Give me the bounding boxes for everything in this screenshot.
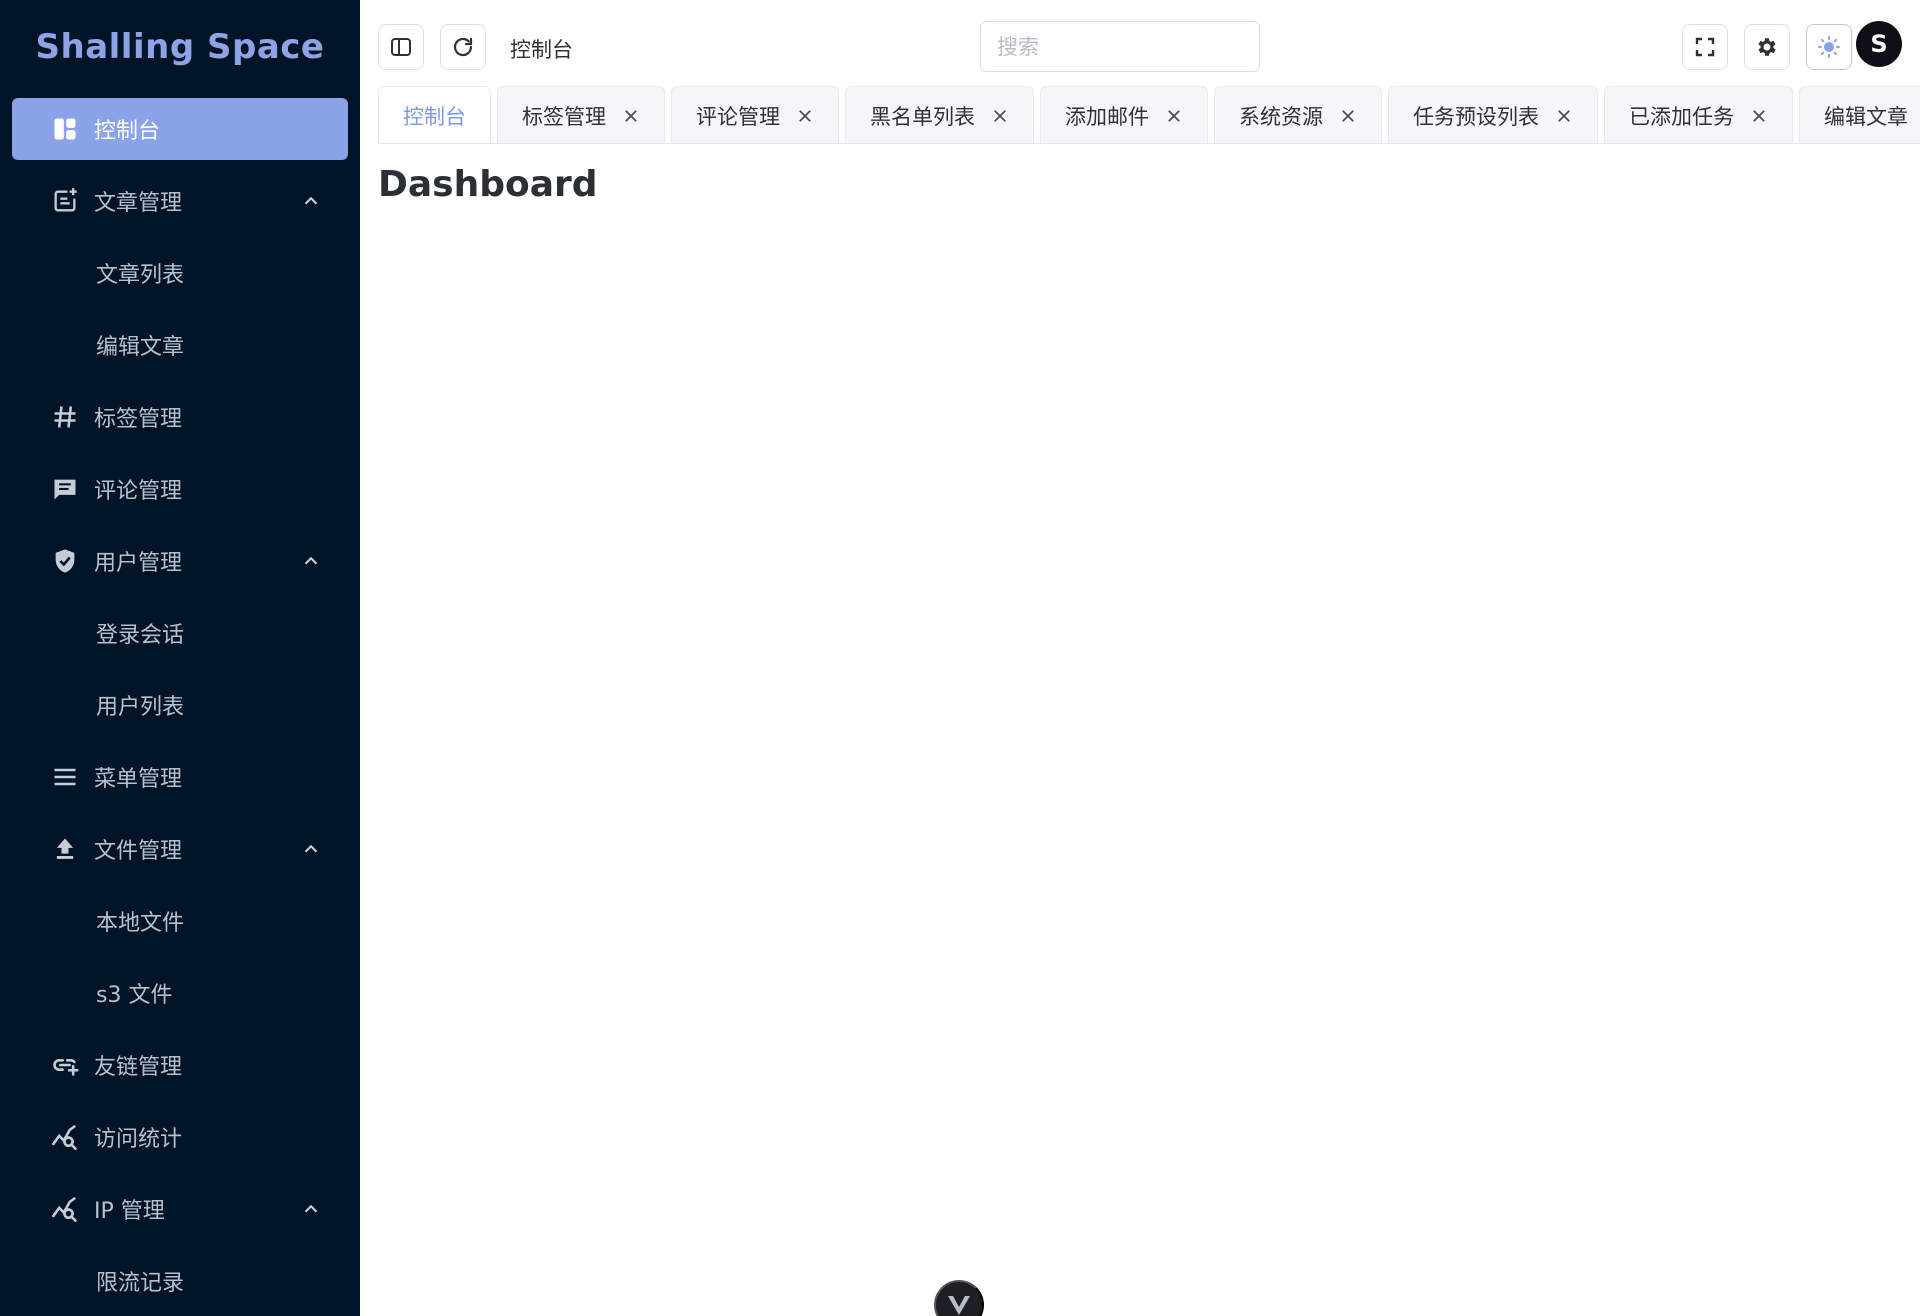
fullscreen-icon xyxy=(1693,35,1717,59)
sidebar-item[interactable]: 菜单管理 xyxy=(12,746,348,808)
chevron-up-icon[interactable] xyxy=(300,838,322,860)
tab-item[interactable]: 评论管理 xyxy=(671,86,839,143)
tab-item[interactable]: 编辑文章 xyxy=(1799,86,1920,143)
close-icon[interactable] xyxy=(1337,105,1359,127)
tab-label: 评论管理 xyxy=(696,104,780,129)
sidebar-subitem[interactable]: 用户列表 xyxy=(12,674,348,736)
upload-icon xyxy=(50,834,80,864)
sidebar-item[interactable]: 标签管理 xyxy=(12,386,348,448)
tab-label: 控制台 xyxy=(403,104,466,129)
tab-label: 系统资源 xyxy=(1239,104,1323,129)
link-add-icon xyxy=(50,1050,80,1080)
brand-logo-text[interactable]: Shalling Space xyxy=(0,0,360,94)
sidebar-item-label: IP 管理 xyxy=(94,1199,165,1224)
toggle-sidebar-button[interactable] xyxy=(378,24,424,70)
sidebar-item[interactable]: 用户管理 xyxy=(12,530,348,592)
sidebar-item-label: s3 文件 xyxy=(96,983,173,1008)
tab-item[interactable]: 添加邮件 xyxy=(1040,86,1208,143)
close-icon[interactable] xyxy=(1163,105,1185,127)
page-title: Dashboard xyxy=(378,164,598,205)
tab-item[interactable]: 黑名单列表 xyxy=(845,86,1034,143)
sidebar-item-label: 标签管理 xyxy=(94,407,183,432)
shield-check-icon xyxy=(50,546,80,576)
sidebar-subitem[interactable]: 编辑文章 xyxy=(12,314,348,376)
tab-label: 任务预设列表 xyxy=(1413,104,1539,129)
sidebar-menu: 控制台文章管理文章列表编辑文章标签管理评论管理用户管理登录会话用户列表菜单管理文… xyxy=(0,94,360,1312)
tab-label: 已添加任务 xyxy=(1629,104,1734,129)
tab-label: 标签管理 xyxy=(522,104,606,129)
search-input[interactable] xyxy=(980,21,1260,72)
sidebar-item-label: 文章管理 xyxy=(94,191,183,216)
sidebar-item[interactable]: 文件管理 xyxy=(12,818,348,880)
sidebar-subitem[interactable]: 限流记录 xyxy=(12,1250,348,1312)
sidebar-item-label: 文章列表 xyxy=(96,263,185,288)
sidebar-item-label: 评论管理 xyxy=(94,479,183,504)
menu-lines-icon xyxy=(50,762,80,792)
tab-bar: 控制台 标签管理 评论管理 黑名单列表 添加邮件 系统资源 任务预设列表 已添加任务 编辑文章 xyxy=(378,86,1920,144)
vue-devtools-button[interactable] xyxy=(934,1280,984,1316)
sun-icon xyxy=(1817,35,1841,59)
sidebar-toggle-icon xyxy=(389,35,413,59)
sidebar-item-label: 菜单管理 xyxy=(94,767,183,792)
app-root: Shalling Space 控制台 文章管理 文章列表 编辑文章 标签管理 评论管理 用户… xyxy=(0,0,1920,1316)
chart-search-icon xyxy=(50,1122,80,1152)
chevron-up-icon[interactable] xyxy=(300,1198,322,1220)
sidebar-item-label: 访问统计 xyxy=(94,1127,183,1152)
dashboard-icon xyxy=(50,114,80,144)
close-icon[interactable] xyxy=(1748,105,1770,127)
settings-button[interactable] xyxy=(1744,24,1790,70)
chevron-up-icon[interactable] xyxy=(300,190,322,212)
refresh-icon xyxy=(451,35,475,59)
sidebar-item[interactable]: 文章管理 xyxy=(12,170,348,232)
sidebar-item-label: 控制台 xyxy=(94,119,161,144)
sidebar-item-label: 用户列表 xyxy=(96,695,185,720)
vue-logo-icon xyxy=(947,1294,971,1316)
close-icon[interactable] xyxy=(620,105,642,127)
hashtag-icon xyxy=(50,402,80,432)
fullscreen-button[interactable] xyxy=(1682,24,1728,70)
close-icon[interactable] xyxy=(989,105,1011,127)
sidebar-item-label: 限流记录 xyxy=(96,1271,185,1296)
sidebar: Shalling Space 控制台文章管理文章列表编辑文章标签管理评论管理用户… xyxy=(0,0,360,1316)
sidebar-subitem[interactable]: 文章列表 xyxy=(12,242,348,304)
sidebar-item[interactable]: 友链管理 xyxy=(12,1034,348,1096)
post-add-icon xyxy=(50,186,80,216)
tab-item[interactable]: 系统资源 xyxy=(1214,86,1382,143)
sidebar-subitem[interactable]: s3 文件 xyxy=(12,962,348,1024)
sidebar-item-label: 编辑文章 xyxy=(96,335,185,360)
close-icon[interactable] xyxy=(1553,105,1575,127)
sidebar-item-label: 本地文件 xyxy=(96,911,185,936)
sidebar-item-label: 友链管理 xyxy=(94,1055,183,1080)
sidebar-item[interactable]: 控制台 xyxy=(12,98,348,160)
sidebar-item[interactable]: 访问统计 xyxy=(12,1106,348,1168)
tab-label: 添加邮件 xyxy=(1065,104,1149,129)
tab-item[interactable]: 控制台 xyxy=(378,86,491,143)
comment-icon xyxy=(50,474,80,504)
tab-item[interactable]: 标签管理 xyxy=(497,86,665,143)
sidebar-subitem[interactable]: 本地文件 xyxy=(12,890,348,952)
gear-icon xyxy=(1755,35,1779,59)
tab-item[interactable]: 任务预设列表 xyxy=(1388,86,1598,143)
breadcrumb: 控制台 xyxy=(510,38,573,62)
refresh-button[interactable] xyxy=(440,24,486,70)
sidebar-item[interactable]: IP 管理 xyxy=(12,1178,348,1240)
topbar: 控制台 搜索 S xyxy=(360,0,1920,86)
chart-search-icon xyxy=(50,1194,80,1224)
tab-label: 黑名单列表 xyxy=(870,104,975,129)
avatar[interactable]: S xyxy=(1856,21,1902,67)
chevron-up-icon[interactable] xyxy=(300,550,322,572)
sidebar-item[interactable]: 评论管理 xyxy=(12,458,348,520)
sidebar-item-label: 文件管理 xyxy=(94,839,183,864)
sidebar-subitem[interactable]: 登录会话 xyxy=(12,602,348,664)
sidebar-item-label: 用户管理 xyxy=(94,551,183,576)
tab-label: 编辑文章 xyxy=(1824,104,1908,129)
tab-item[interactable]: 已添加任务 xyxy=(1604,86,1793,143)
sidebar-item-label: 登录会话 xyxy=(96,623,185,648)
main-area: 控制台 搜索 S 控制台 标签管理 评论管理 黑名单列表 添加邮件 系统资源 任… xyxy=(360,0,1920,1316)
theme-toggle-button[interactable] xyxy=(1806,24,1852,70)
close-icon[interactable] xyxy=(794,105,816,127)
